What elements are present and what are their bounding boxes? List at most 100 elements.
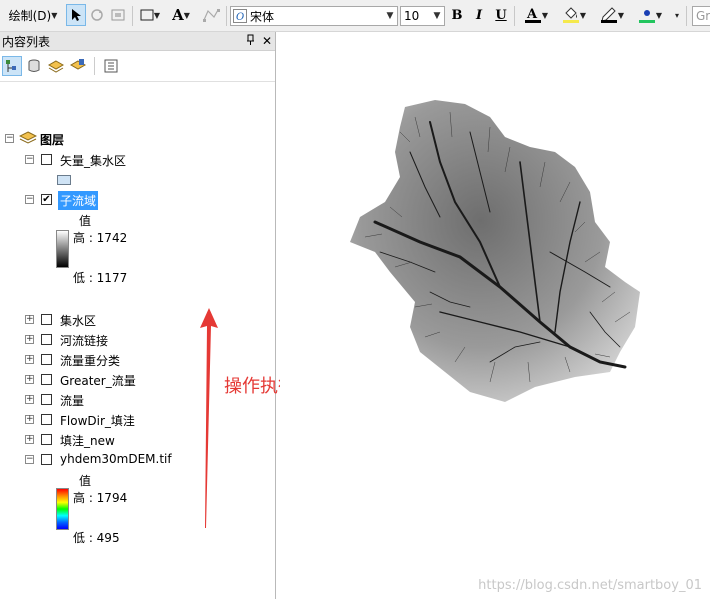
layer-label[interactable]: 填洼_new: [60, 432, 115, 449]
font-name-value: 宋体: [250, 9, 275, 24]
edit-vertices-button[interactable]: [200, 4, 222, 26]
chevron-down-icon: ▼: [386, 11, 394, 21]
pin-glyph: [247, 34, 254, 45]
layer-label[interactable]: 河流链接: [60, 332, 108, 349]
chevron-down-icon: ▼: [51, 10, 58, 20]
chevron-down-icon: ▼: [579, 10, 587, 20]
layers-root-label[interactable]: 图层: [40, 131, 64, 148]
draw-menu-button[interactable]: 绘制(D) ▼: [4, 4, 62, 26]
expand-icon[interactable]: +: [25, 335, 34, 344]
layer-label[interactable]: Greater_流量: [60, 372, 136, 389]
font-size-select[interactable]: 10 ▼: [400, 6, 445, 26]
toolbar-separator: [132, 6, 133, 26]
draw-menu-label: 绘制(D): [8, 8, 52, 23]
options-list-icon: [104, 59, 118, 73]
layer-label-selected[interactable]: 子流域: [58, 191, 99, 210]
legend-value-heading: 值: [79, 474, 92, 488]
legend-low-value: 低 : 495: [73, 531, 120, 545]
visibility-checkbox[interactable]: [41, 374, 52, 385]
layer-label[interactable]: yhdem30mDEM.tif: [60, 452, 172, 466]
marker-color-button[interactable]: ▼: [632, 4, 668, 26]
watermark: https://blog.csdn.net/smartboy_01: [478, 578, 702, 593]
bold-button[interactable]: B: [448, 4, 466, 26]
collapse-icon[interactable]: −: [5, 134, 14, 143]
layer-label[interactable]: 矢量_集水区: [60, 152, 126, 169]
collapse-icon[interactable]: −: [25, 455, 34, 464]
fill-color-button[interactable]: ▼: [556, 4, 592, 26]
expand-icon[interactable]: +: [25, 315, 34, 324]
visibility-checkbox[interactable]: [41, 354, 52, 365]
visibility-checkbox[interactable]: [41, 414, 52, 425]
expand-icon[interactable]: +: [25, 355, 34, 364]
text-tool-icon: A: [172, 6, 184, 24]
rotate-button[interactable]: [88, 4, 106, 26]
underline-button[interactable]: U: [492, 4, 510, 26]
polygon-symbol-swatch[interactable]: [57, 175, 71, 185]
rotate-icon: [91, 9, 103, 21]
clipped-combo-text: Gr: [696, 9, 710, 23]
list-by-drawing-order-button[interactable]: [2, 56, 22, 76]
list-by-source-button[interactable]: [24, 56, 44, 76]
layer-label[interactable]: 流量: [60, 392, 84, 409]
visibility-checkbox[interactable]: [41, 454, 52, 465]
collapse-icon[interactable]: −: [25, 195, 34, 204]
options-button[interactable]: [101, 56, 121, 76]
legend-high-value: 高 : 1794: [73, 491, 128, 505]
chevron-down-icon: ▼: [153, 10, 161, 20]
toolbar-overflow-button[interactable]: ▾: [672, 4, 682, 26]
layers-selection-icon: [70, 59, 86, 70]
toolbar-separator: [686, 6, 687, 26]
visibility-checkbox[interactable]: ✔: [41, 194, 52, 205]
expand-icon[interactable]: +: [25, 395, 34, 404]
visibility-checkbox[interactable]: [41, 434, 52, 445]
visibility-checkbox[interactable]: [41, 154, 52, 165]
legend-high-value: 高 : 1742: [73, 231, 128, 245]
expand-icon[interactable]: +: [25, 435, 34, 444]
chevron-down-icon: ▼: [655, 10, 663, 20]
svg-text:A: A: [526, 7, 538, 22]
layer-label[interactable]: 集水区: [60, 312, 96, 329]
database-icon: [28, 59, 40, 72]
list-by-visibility-button[interactable]: [46, 56, 66, 76]
opentype-font-icon: O: [233, 9, 247, 23]
rectangle-tool-button[interactable]: ▼: [136, 4, 164, 26]
font-size-value: 10: [404, 9, 420, 23]
clipped-combo[interactable]: Gr: [692, 6, 710, 26]
zoom-whole-page-button[interactable]: [108, 4, 128, 26]
layers-group-icon: [19, 131, 37, 144]
expand-icon[interactable]: +: [25, 375, 34, 384]
color-ramp: [56, 488, 69, 530]
italic-button[interactable]: I: [470, 4, 488, 26]
pen-icon: [600, 7, 617, 23]
legend-low-value: 低 : 1177: [73, 271, 128, 285]
text-tool-button[interactable]: A ▼: [168, 4, 194, 26]
visibility-checkbox[interactable]: [41, 394, 52, 405]
layer-label[interactable]: 流量重分类: [60, 352, 120, 369]
pin-icon[interactable]: [243, 34, 259, 49]
chevron-down-icon: ▼: [541, 10, 549, 20]
panel-toolbar-separator: [94, 57, 95, 75]
visibility-checkbox[interactable]: [41, 314, 52, 325]
list-by-selection-button[interactable]: [68, 56, 88, 76]
expand-icon[interactable]: +: [25, 415, 34, 424]
chevron-down-icon: ▼: [433, 11, 441, 21]
table-of-contents-panel: 内容列表 ✕ − 图层 − 矢量_集水区 − ✔ 子流域 值 高: 1742 …: [0, 32, 276, 599]
close-icon[interactable]: ✕: [259, 34, 275, 48]
overflow-chevron-icon: ▾: [674, 10, 679, 20]
layer-label[interactable]: FlowDir_填洼: [60, 412, 135, 429]
panel-toolbar: [0, 51, 275, 82]
marker-color-icon: [638, 10, 655, 23]
edit-vertices-icon: [203, 9, 220, 22]
panel-title-bar: 内容列表 ✕: [0, 32, 275, 51]
chevron-down-icon: ▼: [183, 10, 190, 20]
map-view[interactable]: [280, 32, 710, 599]
rectangle-icon: [140, 9, 154, 21]
select-elements-button[interactable]: [66, 4, 86, 26]
font-name-select[interactable]: O 宋体 ▼: [230, 6, 398, 26]
svg-text:O: O: [236, 12, 244, 23]
font-color-icon: A: [524, 7, 541, 23]
collapse-icon[interactable]: −: [25, 155, 34, 164]
font-color-button[interactable]: A ▼: [518, 4, 554, 26]
line-color-button[interactable]: ▼: [594, 4, 630, 26]
visibility-checkbox[interactable]: [41, 334, 52, 345]
